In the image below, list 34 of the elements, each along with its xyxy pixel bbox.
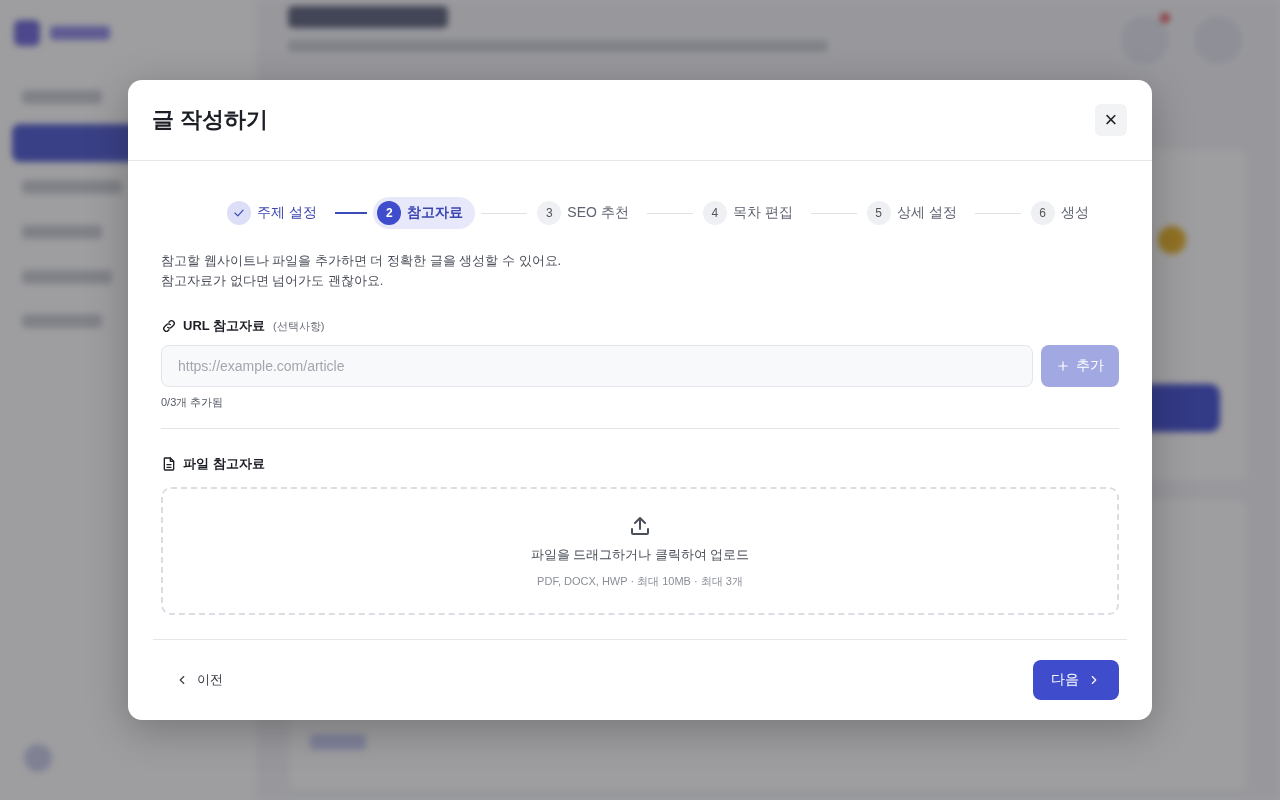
- section-title: URL 참고자료: [183, 317, 266, 335]
- step-tab[interactable]: 2 참고자료: [373, 197, 476, 229]
- drop-instruction: 파일을 드래그하거나 클릭하여 업로드: [530, 545, 750, 564]
- step-tab[interactable]: 3 SEO 추천: [533, 197, 641, 229]
- step-tab[interactable]: 6 생성: [1026, 197, 1101, 229]
- step-tab[interactable]: 주제 설정: [223, 197, 330, 229]
- url-input[interactable]: https://example.com/article: [161, 345, 1033, 387]
- file-drop-zone[interactable]: 파일을 드래그하거나 클릭하여 업로드 PDF, DOCX, HWP · 최대 10MB · 최대 3개: [161, 487, 1119, 615]
- back-button[interactable]: 이전: [171, 667, 227, 693]
- step-number: 5: [875, 207, 882, 219]
- step-number: 2: [385, 207, 393, 219]
- document-icon: [161, 456, 177, 472]
- section-title: 파일 참고자료: [183, 455, 265, 473]
- plus-icon: [1056, 359, 1070, 373]
- step-number: 4: [711, 207, 719, 219]
- step-number: 6: [1039, 207, 1046, 219]
- link-icon: [161, 318, 177, 334]
- optional-hint: (선택사항): [273, 318, 325, 334]
- dialog-title: 글 작성하기: [152, 106, 269, 134]
- description-text: 참고할 웹사이트나 파일을 추가하면 더 정확한 글을 생성할 수 있어요.: [161, 252, 563, 270]
- step-label: 참고자료: [407, 204, 464, 222]
- file-limits-text: PDF, DOCX, HWP · 최대 10MB · 최대 3개: [537, 573, 743, 589]
- step-label: 목차 편집: [732, 204, 793, 222]
- step-tab[interactable]: 4 목차 편집: [698, 197, 805, 229]
- step-label: 생성: [1060, 204, 1089, 222]
- step-tab[interactable]: 5 상세 설정: [862, 197, 969, 229]
- close-button[interactable]: ×: [1095, 104, 1127, 136]
- next-button[interactable]: 다음: [1033, 660, 1119, 700]
- step-label: 주제 설정: [257, 204, 318, 222]
- step-label: 상세 설정: [896, 204, 957, 222]
- count-text: 0/3개 추가됨: [161, 395, 225, 410]
- description-text: 참고자료가 없다면 넘어가도 괜찮아요.: [161, 272, 385, 290]
- step-number: 3: [545, 207, 553, 219]
- step-label: SEO 추천: [567, 204, 629, 222]
